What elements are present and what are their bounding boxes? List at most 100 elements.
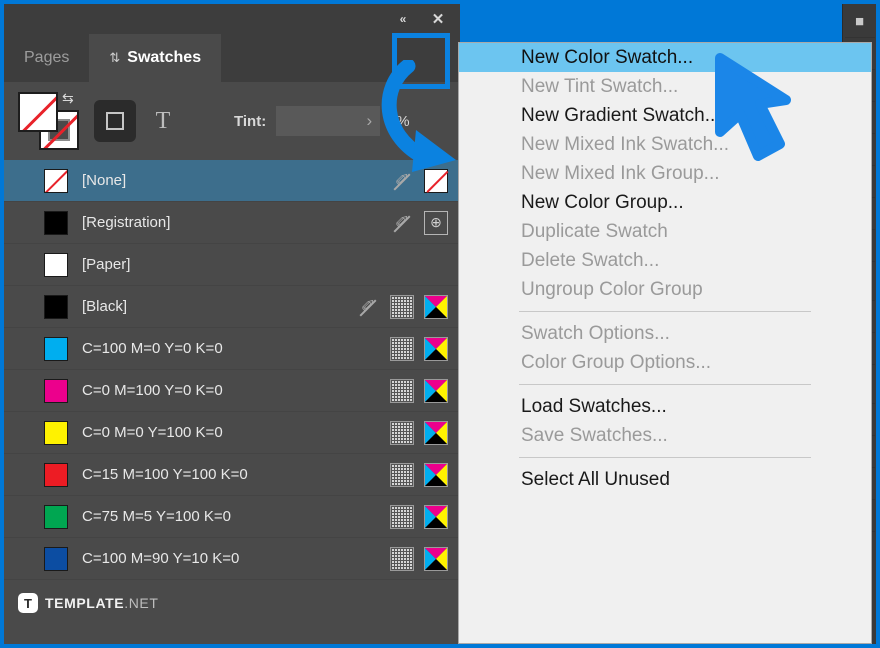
none-swatch-icon[interactable] [424, 168, 449, 193]
panel-context-menu[interactable]: New Color Swatch... New Tint Swatch... New… [458, 42, 872, 644]
swatch-name-label: C=100 M=0 Y=0 K=0 [82, 340, 223, 357]
tool-icon[interactable]: ■ [844, 8, 875, 38]
swatch-row[interactable]: [Paper] [4, 244, 460, 286]
menu-item[interactable]: Select All Unused [459, 465, 871, 494]
swatch-row-icons [390, 336, 448, 361]
swatch-color-chip[interactable] [44, 546, 68, 571]
menu-separator [519, 311, 811, 312]
swatch-name-label: [None] [82, 172, 127, 189]
halftone-dots-icon[interactable] [390, 420, 414, 445]
menu-item: New Tint Swatch... [521, 75, 679, 97]
swatch-color-chip[interactable] [44, 420, 68, 445]
halftone-dots-icon[interactable] [390, 378, 414, 403]
square-icon [106, 112, 124, 130]
tint-label: Tint: [234, 112, 267, 130]
tint-input[interactable]: › [276, 106, 381, 136]
template-logo-icon: T [18, 593, 38, 613]
menu-item: Color Group Options... [521, 351, 712, 373]
cmyk-process-icon[interactable] [424, 504, 448, 529]
collapse-double-chevron-icon[interactable]: « [386, 4, 418, 34]
swatch-row[interactable]: C=0 M=100 Y=0 K=0 [4, 370, 460, 412]
swap-fill-stroke-icon[interactable]: ⇆ [62, 90, 74, 107]
swatch-row-icons: ✐ [356, 294, 448, 319]
tint-percent-label: % [396, 112, 410, 130]
swatch-color-chip[interactable] [44, 336, 68, 361]
swatch-color-chip[interactable] [44, 294, 68, 319]
swatch-row-icons [390, 546, 448, 571]
pencil-crossed-icon[interactable]: ✐ [390, 211, 414, 235]
swatch-color-chip[interactable] [44, 210, 68, 235]
menu-item[interactable]: New Color Group... [459, 188, 871, 217]
swatch-name-label: C=0 M=0 Y=100 K=0 [82, 424, 223, 441]
cmyk-process-icon[interactable] [424, 546, 448, 571]
cmyk-process-icon[interactable] [424, 378, 448, 403]
logo-text-main: TEMPLATE [45, 595, 125, 611]
swatch-row-icons: ✐⊕ [390, 210, 448, 235]
fill-and-stroke-proxy[interactable]: ⇆ [18, 90, 84, 150]
none-slash-icon [45, 169, 67, 192]
swatch-color-chip[interactable] [44, 252, 68, 277]
pencil-crossed-icon[interactable]: ✐ [390, 169, 414, 193]
menu-item: Swatch Options... [521, 322, 670, 344]
swatch-row-icons: ✐ [390, 168, 449, 193]
swatch-row[interactable]: [Registration]✐⊕ [4, 202, 460, 244]
cmyk-process-icon[interactable] [424, 462, 448, 487]
menu-item: New Mixed Ink Group... [521, 162, 720, 184]
halftone-dots-icon[interactable] [390, 336, 414, 361]
swatch-row[interactable]: C=15 M=100 Y=100 K=0 [4, 454, 460, 496]
fill-proxy-swatch[interactable] [18, 92, 58, 132]
halftone-dots-icon[interactable] [390, 546, 414, 571]
menu-item: Duplicate Swatch [521, 220, 668, 242]
none-slash-icon [20, 94, 56, 130]
halftone-dots-icon[interactable] [390, 294, 414, 319]
swatch-color-chip[interactable] [44, 168, 68, 193]
close-icon[interactable]: ✕ [422, 4, 454, 34]
swatch-row[interactable]: C=75 M=5 Y=100 K=0 [4, 496, 460, 538]
cmyk-process-icon[interactable] [424, 420, 448, 445]
screen-root: ■ ▲ ✎ ▲ ◻ ↻ A ╱ ▩ ▣ ≡ ☐ ✎ ↻ ◎ ◫ « ✕ Page… [0, 0, 880, 648]
swatches-toolbar: ⇆ T Tint: › % [4, 82, 460, 160]
swatch-row[interactable]: C=100 M=90 Y=10 K=0 [4, 538, 460, 580]
tab-pages[interactable]: Pages [4, 34, 90, 82]
tab-swatches[interactable]: ⇅ Swatches [89, 34, 222, 82]
menu-item: Save Swatches... [521, 424, 668, 446]
swatch-row[interactable]: C=0 M=0 Y=100 K=0 [4, 412, 460, 454]
swatch-row[interactable]: C=100 M=0 Y=0 K=0 [4, 328, 460, 370]
chevron-right-icon[interactable]: › [367, 111, 373, 131]
text-target-button[interactable]: T [146, 100, 180, 142]
menu-item: Delete Swatch... [521, 249, 660, 271]
swatch-row-icons [390, 378, 448, 403]
menu-item: New Mixed Ink Swatch... [521, 133, 730, 155]
halftone-dots-icon[interactable] [390, 462, 414, 487]
panel-footer: T TEMPLATE .NET [4, 580, 460, 626]
swatch-name-label: [Paper] [82, 256, 131, 273]
swatch-name-label: C=0 M=100 Y=0 K=0 [82, 382, 223, 399]
updown-arrows-icon: ⇅ [109, 50, 121, 65]
swatch-name-label: C=100 M=90 Y=10 K=0 [82, 550, 240, 567]
menu-item[interactable]: Load Swatches... [459, 392, 871, 421]
logo-text-suffix: .NET [124, 595, 159, 611]
swatch-color-chip[interactable] [44, 504, 68, 529]
swatch-list[interactable]: [None]✐[Registration]✐⊕[Paper][Black]✐C=… [4, 160, 460, 580]
menu-item[interactable]: New Color Swatch... [459, 43, 871, 72]
halftone-dots-icon[interactable] [390, 504, 414, 529]
swatch-row[interactable]: [None] ✐ [4, 160, 460, 202]
cmyk-process-icon[interactable] [424, 294, 448, 319]
tab-pages-label: Pages [24, 49, 70, 66]
container-target-button[interactable] [94, 100, 136, 142]
menu-item[interactable]: New Gradient Swatch... [459, 101, 871, 130]
swatch-color-chip[interactable] [44, 378, 68, 403]
tab-swatches-label: Swatches [127, 49, 202, 66]
swatch-row-icons [390, 504, 448, 529]
swatch-name-label: C=15 M=100 Y=100 K=0 [82, 466, 248, 483]
swatch-name-label: [Registration] [82, 214, 171, 231]
swatch-row[interactable]: [Black] ✐ [4, 286, 460, 328]
menu-item: Ungroup Color Group [521, 278, 703, 300]
cmyk-process-icon[interactable] [424, 336, 448, 361]
swatch-color-chip[interactable] [44, 462, 68, 487]
swatches-panel: « ✕ Pages ⇅ Swatches ⇆ T Tint: › % [None… [4, 4, 460, 644]
swatch-name-label: C=75 M=5 Y=100 K=0 [82, 508, 232, 525]
pencil-crossed-icon[interactable]: ✐ [356, 295, 380, 319]
registration-target-icon[interactable]: ⊕ [424, 210, 448, 235]
swatch-name-label: [Black] [82, 298, 128, 315]
